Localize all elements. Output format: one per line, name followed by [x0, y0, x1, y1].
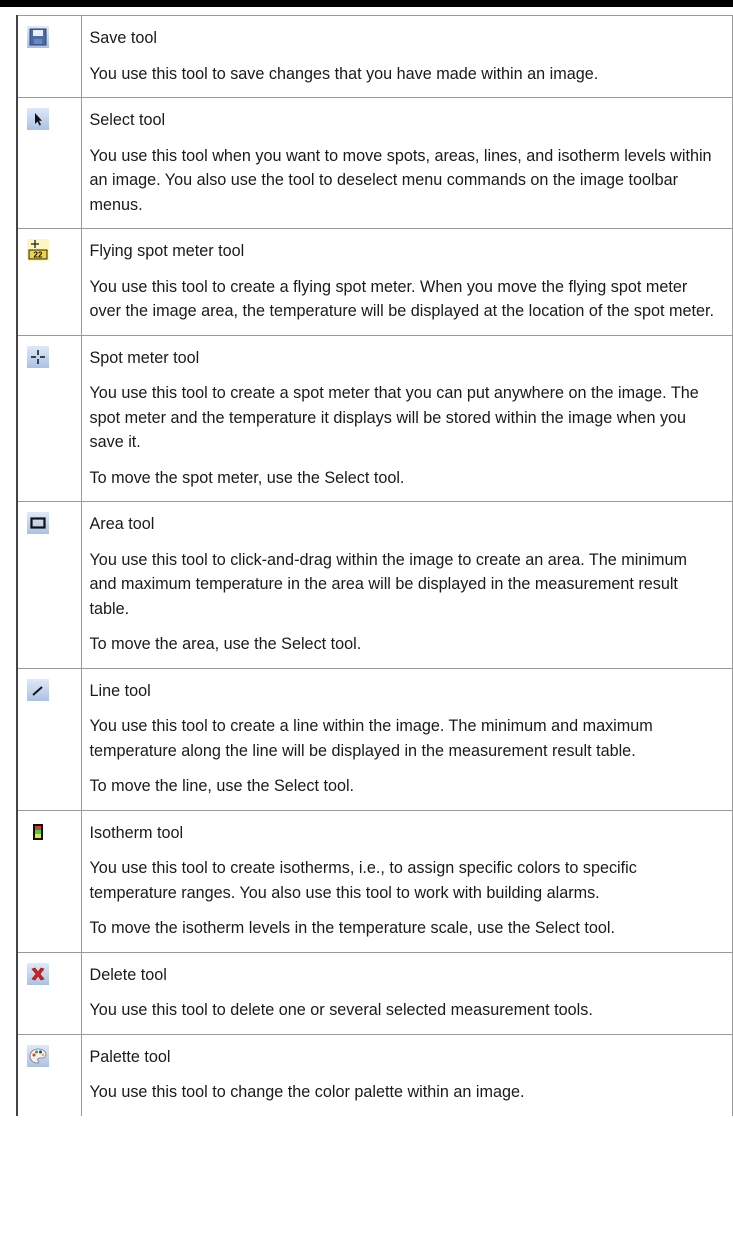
tool-row-select-tool: Select tool You use this tool when you wa…: [16, 97, 733, 229]
tool-name: Spot meter tool: [89, 348, 200, 367]
spot-meter-icon: [27, 345, 81, 368]
tool-icon-cell: [16, 97, 82, 229]
tool-row-palette-tool: Palette tool You use this tool to change …: [16, 1033, 733, 1116]
tool-name: Area tool: [89, 515, 155, 533]
tool-icon-cell: [16, 951, 82, 1035]
tool-icon-cell: [16, 501, 82, 669]
tool-description-paragraph: You use this tool to click-and-drag with…: [89, 550, 687, 618]
tool-description-cell: Select tool You use this tool when you wa…: [80, 97, 733, 229]
tool-description-cell: Flying spot meter tool You use this tool …: [80, 228, 733, 336]
tool-name: Select tool: [89, 111, 166, 129]
tool-row-area-tool: Area tool You use this tool to click-and-…: [16, 501, 733, 669]
tool-icon-cell: [16, 809, 82, 953]
tool-description-paragraph: You use this tool to save changes that y…: [89, 64, 599, 83]
tool-name: Palette tool: [89, 1047, 171, 1066]
tool-description-paragraph: To move the isotherm levels in the tempe…: [89, 919, 615, 937]
tool-description-paragraph: You use this tool to create a line withi…: [89, 717, 653, 760]
isotherm-icon: [27, 820, 81, 843]
tool-table-body: Save tool You use this tool to save chang…: [16, 15, 733, 1116]
line-icon: [27, 678, 81, 701]
tool-description-cell: Save tool You use this tool to save chang…: [80, 15, 733, 98]
tool-icon-cell: 22: [16, 228, 82, 336]
select-arrow-icon: [27, 108, 81, 130]
tool-description-paragraph: You use this tool to change the color pa…: [89, 1083, 525, 1101]
tool-name: Delete tool: [89, 965, 167, 984]
flying-spot-meter-icon: 22: [27, 239, 81, 261]
tool-description-cell: Area tool You use this tool to click-and-…: [80, 501, 733, 669]
tool-row-isotherm-tool: Isotherm tool You use this tool to create…: [16, 809, 733, 953]
tool-icon-cell: [16, 1033, 82, 1116]
tool-name: Flying spot meter tool: [89, 242, 245, 260]
tool-table: Save tool You use this tool to save chang…: [16, 15, 733, 1116]
tool-row-flying-spot-meter-tool: 22 Flying spot meter tool You use this too…: [16, 228, 733, 336]
tool-description-paragraph: You use this tool to create a spot meter…: [89, 384, 699, 451]
tool-description-paragraph: You use this tool to delete one or sever…: [89, 1001, 593, 1019]
area-icon: [27, 512, 81, 534]
tool-description-cell: Line tool You use this tool to create a l…: [80, 667, 733, 811]
tool-name: Isotherm tool: [89, 823, 184, 842]
tool-icon-cell: [16, 334, 82, 502]
delete-icon: [27, 962, 81, 985]
tool-description-cell: Delete tool You use this tool to delete o…: [80, 951, 733, 1035]
svg-text:22: 22: [34, 251, 43, 260]
tool-name: Save tool: [89, 29, 158, 47]
tool-name: Line tool: [89, 681, 151, 700]
save-icon: [27, 26, 81, 48]
tool-icon-cell: [16, 667, 82, 811]
tool-description-paragraph: To move the area, use the Select tool.: [89, 635, 362, 653]
tool-description-paragraph: To move the line, use the Select tool.: [89, 777, 355, 795]
top-rule: [0, 0, 733, 7]
tool-row-delete-tool: Delete tool You use this tool to delete o…: [16, 951, 733, 1035]
tool-row-save-tool: Save tool You use this tool to save chang…: [16, 15, 733, 98]
tool-description-paragraph: You use this tool when you want to move …: [89, 146, 712, 214]
tool-description-cell: Isotherm tool You use this tool to create…: [80, 809, 733, 953]
tool-description-cell: Palette tool You use this tool to change …: [80, 1033, 733, 1116]
tool-icon-cell: [16, 15, 82, 98]
tool-description-paragraph: To move the spot meter, use the Select t…: [89, 468, 405, 487]
tool-row-line-tool: Line tool You use this tool to create a l…: [16, 667, 733, 811]
tool-description-paragraph: You use this tool to create isotherms, i…: [89, 859, 637, 902]
palette-icon: [27, 1044, 81, 1067]
tool-description-cell: Spot meter tool You use this tool to crea…: [80, 334, 733, 502]
tool-description-paragraph: You use this tool to create a flying spo…: [89, 277, 714, 321]
tool-row-spot-meter-tool: Spot meter tool You use this tool to crea…: [16, 334, 733, 502]
